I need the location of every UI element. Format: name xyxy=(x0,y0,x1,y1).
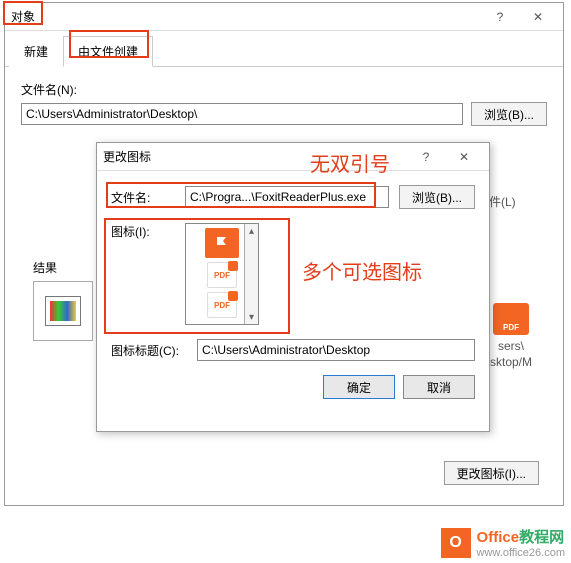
browse-button[interactable]: 浏览(B)... xyxy=(471,102,547,126)
link-to-file-label: 件(L) xyxy=(489,193,549,210)
brand-2: 教程网 xyxy=(519,529,564,546)
object-titlebar: 对象 ? ✕ xyxy=(5,3,563,31)
foxit-icon[interactable] xyxy=(205,228,239,258)
link-fragment: 件(L) xyxy=(489,193,549,218)
object-title: 对象 xyxy=(11,8,481,25)
ci-filename-label: 文件名: xyxy=(111,189,175,206)
ci-browse-button[interactable]: 浏览(B)... xyxy=(399,185,475,209)
icon-scrollbar[interactable]: ▴ ▾ xyxy=(244,224,258,324)
result-label: 结果 xyxy=(33,259,57,276)
help-button[interactable]: ? xyxy=(481,4,519,30)
footer-logo: O Office教程网 www.office26.com xyxy=(441,526,565,559)
ci-filename-input[interactable] xyxy=(185,186,389,208)
pdf-icon-1[interactable]: PDF xyxy=(207,262,237,288)
ci-caption-input[interactable] xyxy=(197,339,475,361)
brand-url: www.office26.com xyxy=(477,547,565,559)
changeicon-body: 文件名: 浏览(B)... 图标(I): PDF PDF ▴ ▾ 图标标题(C)… xyxy=(97,171,489,413)
object-body: 文件名(N): 浏览(B)... xyxy=(5,67,563,150)
tab-from-file[interactable]: 由文件创建 xyxy=(63,36,153,67)
filename-input[interactable] xyxy=(21,103,463,125)
pdf-preview-fragment: sers\ sktop/M xyxy=(481,303,541,370)
file-icon xyxy=(45,296,81,326)
object-tabs: 新建 由文件创建 xyxy=(5,31,563,67)
close-button[interactable]: ✕ xyxy=(519,4,557,30)
pdf-icon xyxy=(493,303,529,335)
scroll-up-icon[interactable]: ▴ xyxy=(245,224,258,238)
icon-list[interactable]: PDF PDF ▴ ▾ xyxy=(185,223,259,325)
pdf-icon-2[interactable]: PDF xyxy=(207,292,237,318)
result-preview xyxy=(33,281,93,341)
pdf-path-frag1: sers\ xyxy=(481,339,541,355)
close-button-2[interactable]: ✕ xyxy=(445,144,483,170)
tab-new[interactable]: 新建 xyxy=(9,36,63,67)
logo-icon: O xyxy=(441,528,471,558)
change-icon-dialog: 更改图标 ? ✕ 文件名: 浏览(B)... 图标(I): PDF PDF ▴ … xyxy=(96,142,490,432)
ok-button[interactable]: 确定 xyxy=(323,375,395,399)
cancel-button[interactable]: 取消 xyxy=(403,375,475,399)
filename-label: 文件名(N): xyxy=(21,81,547,98)
help-button-2[interactable]: ? xyxy=(407,144,445,170)
changeicon-title: 更改图标 xyxy=(103,148,407,165)
brand-1: Office xyxy=(477,529,520,546)
scroll-down-icon[interactable]: ▾ xyxy=(245,310,258,324)
changeicon-titlebar: 更改图标 ? ✕ xyxy=(97,143,489,171)
ci-caption-label: 图标标题(C): xyxy=(111,342,187,359)
change-icon-button[interactable]: 更改图标(I)... xyxy=(444,461,539,485)
pdf-path-frag2: sktop/M xyxy=(481,355,541,371)
ci-icon-label: 图标(I): xyxy=(111,223,175,240)
